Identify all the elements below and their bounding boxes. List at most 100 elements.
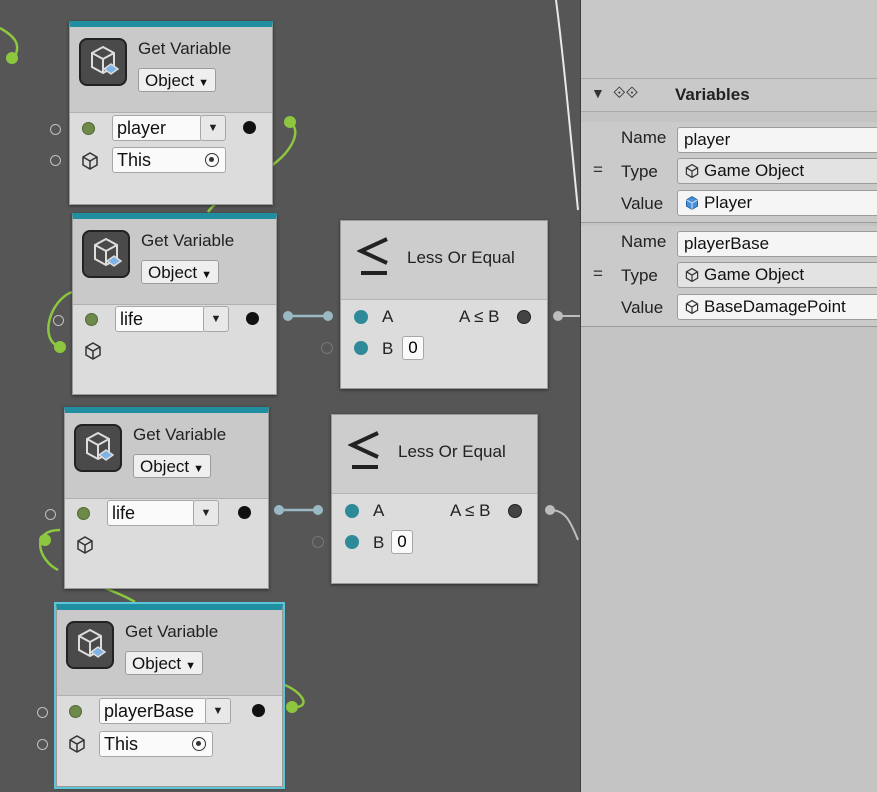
get-variable-icon — [79, 38, 127, 86]
input-b-label: B — [382, 339, 394, 358]
variables-title: Variables — [675, 85, 750, 104]
variable-name-field[interactable]: player — [112, 115, 202, 141]
node-header: Get Variable Object ▼ — [70, 27, 272, 113]
output-port[interactable] — [508, 504, 522, 518]
value-output-port[interactable] — [252, 704, 265, 717]
variable-name-input[interactable]: playerBase — [677, 231, 877, 257]
get-variable-icon — [82, 230, 130, 278]
cube-icon — [685, 163, 699, 179]
collapse-triangle-icon[interactable]: ▼ — [591, 85, 605, 101]
input-b-value-field[interactable]: 0 — [402, 336, 424, 360]
input-a-label: A — [373, 501, 385, 520]
variable-value-field[interactable]: Player — [677, 190, 877, 216]
variable-entry-playerbase[interactable]: Name playerBase = Type Game Object Value… — [581, 226, 877, 327]
kind-dropdown-value: Object — [148, 263, 198, 282]
input-a-port[interactable] — [354, 310, 368, 324]
target-picker-icon[interactable] — [192, 737, 206, 751]
less-or-equal-icon — [348, 431, 379, 469]
kind-dropdown[interactable]: Object ▼ — [125, 651, 204, 675]
type-label: Type — [621, 266, 658, 285]
node-title: Get Variable — [133, 425, 227, 444]
less-or-equal-node-1[interactable]: Less Or Equal A A ≤ B B 0 — [321, 220, 548, 389]
input-b-connector[interactable] — [321, 342, 333, 354]
variable-name-field[interactable]: life — [115, 306, 205, 332]
get-variable-icon — [74, 424, 122, 472]
output-port[interactable] — [517, 310, 531, 324]
node-header: Get Variable Object ▼ — [57, 610, 282, 696]
input-b-value-field[interactable]: 0 — [391, 530, 413, 554]
node-title: Less Or Equal — [407, 248, 515, 267]
panel-top-area — [581, 0, 877, 78]
value-output-port[interactable] — [246, 312, 259, 325]
variable-name-field[interactable]: life — [107, 500, 195, 526]
cube-icon — [685, 267, 699, 283]
input-b-connector[interactable] — [312, 536, 324, 548]
variable-value-text: BaseDamagePoint — [704, 297, 846, 316]
get-variable-node-player[interactable]: Get Variable Object ▼ player ▼ This — [50, 21, 273, 205]
variable-type-select[interactable]: Game Object — [677, 262, 877, 288]
chevron-down-icon: ▼ — [201, 269, 213, 281]
value-output-port[interactable] — [243, 121, 256, 134]
variable-entry-player[interactable]: Name player = Type Game Object Value Pla… — [581, 122, 877, 223]
variable-value-field[interactable]: BaseDamagePoint — [677, 294, 877, 320]
node-title: Get Variable — [138, 39, 232, 58]
node-header: Less Or Equal — [332, 415, 537, 494]
variable-name-dropdown-button[interactable]: ▼ — [205, 698, 231, 724]
cube-icon — [85, 342, 101, 360]
variable-name-port[interactable] — [82, 122, 95, 135]
input-b-port[interactable] — [345, 535, 359, 549]
output-label: A ≤ B — [450, 501, 491, 520]
target-field[interactable]: This — [99, 731, 213, 757]
get-variable-node-life-1[interactable]: Get Variable Object ▼ life ▼ — [53, 213, 277, 395]
variable-name-input[interactable]: player — [677, 127, 877, 153]
kind-dropdown[interactable]: Object ▼ — [133, 454, 212, 478]
cube-icon — [685, 299, 699, 315]
variable-name-field[interactable]: playerBase — [99, 698, 207, 724]
value-label: Value — [621, 194, 664, 213]
chevron-down-icon: ▼ — [185, 660, 197, 672]
input-port[interactable] — [50, 124, 61, 135]
variable-type-value: Game Object — [704, 161, 805, 180]
input-port[interactable] — [37, 707, 48, 718]
get-variable-icon — [66, 621, 114, 669]
variable-name-dropdown-button[interactable]: ▼ — [193, 500, 219, 526]
less-or-equal-icon — [357, 237, 388, 275]
input-port[interactable] — [45, 509, 56, 520]
input-a-port[interactable] — [345, 504, 359, 518]
variables-icon: ⟐⟐ — [613, 85, 639, 102]
variable-name-dropdown-button[interactable]: ▼ — [200, 115, 226, 141]
drag-handle-icon[interactable]: = — [593, 264, 603, 284]
chevron-down-icon: ▼ — [198, 77, 210, 89]
get-variable-node-playerbase[interactable]: Get Variable Object ▼ playerBase ▼ This — [37, 602, 285, 789]
get-variable-node-life-2[interactable]: Get Variable Object ▼ life ▼ — [45, 407, 269, 589]
kind-dropdown[interactable]: Object ▼ — [138, 68, 217, 92]
value-output-port[interactable] — [238, 506, 251, 519]
input-port[interactable] — [53, 315, 64, 326]
name-label: Name — [621, 128, 667, 147]
variable-name-port[interactable] — [85, 313, 98, 326]
input-port[interactable] — [50, 155, 61, 166]
kind-dropdown-value: Object — [132, 654, 182, 673]
input-port[interactable] — [37, 739, 48, 750]
target-value: This — [104, 734, 139, 754]
chevron-down-icon: ▼ — [193, 463, 205, 475]
drag-handle-icon[interactable]: = — [593, 160, 603, 180]
variables-section-header[interactable]: ▼ ⟐⟐ Variables — [581, 78, 877, 112]
input-b-port[interactable] — [354, 341, 368, 355]
input-a-label: A — [382, 307, 394, 326]
variable-name-dropdown-button[interactable]: ▼ — [203, 306, 229, 332]
node-title: Get Variable — [141, 231, 235, 250]
node-header: Less Or Equal — [341, 221, 547, 300]
variable-type-select[interactable]: Game Object — [677, 158, 877, 184]
variable-name-port[interactable] — [69, 705, 82, 718]
less-or-equal-node-2[interactable]: Less Or Equal A A ≤ B B 0 — [312, 414, 538, 584]
cube-icon — [82, 152, 98, 170]
target-field[interactable]: This — [112, 147, 226, 173]
blackboard-panel: ▼ ⟐⟐ Variables Name player = Type Game O… — [580, 0, 877, 792]
output-label: A ≤ B — [459, 307, 500, 326]
kind-dropdown[interactable]: Object ▼ — [141, 260, 220, 284]
value-label: Value — [621, 298, 664, 317]
target-picker-icon[interactable] — [205, 153, 219, 167]
variable-value-text: Player — [704, 193, 753, 212]
variable-name-port[interactable] — [77, 507, 90, 520]
